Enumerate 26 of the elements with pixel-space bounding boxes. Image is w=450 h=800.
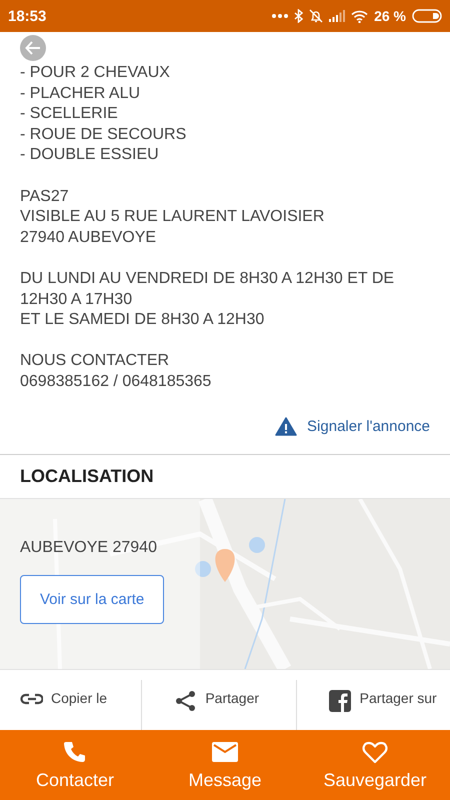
report-link[interactable]: Signaler l'annonce [275, 416, 430, 436]
address-label: AUBEVOYE 27940 [20, 539, 157, 557]
share-action[interactable]: Copier le [51, 690, 108, 706]
heart-icon [362, 740, 388, 764]
share-action[interactable]: Partager sur [360, 690, 437, 706]
description-paragraph: PAS27 VISIBLE AU 5 RUE LAURENT LAVOISIER 27940 AUBEVOYE [20, 186, 324, 248]
muted-bell-icon [309, 9, 324, 23]
battery-percent: 26 % [374, 8, 406, 24]
f-square-icon[interactable] [328, 690, 352, 712]
description-paragraph: - POUR 2 CHEVAUX - PLACHER ALU - SCELLERIE - ROUE DE SECOURS - DOUBLE ESSIEU [20, 63, 186, 166]
battery-icon [412, 9, 442, 23]
mail-icon [212, 740, 238, 764]
clock: 18:53 [8, 8, 46, 24]
description-paragraph: NOUS CONTACTER 0698385162 / 0648185365 [20, 351, 212, 392]
section-heading: LOCALISATION [19, 464, 155, 488]
view-map-button[interactable]: Voir sur la carte [20, 575, 164, 624]
dots-icon [272, 13, 288, 19]
share-icon[interactable] [174, 690, 198, 712]
phone-icon [62, 740, 88, 764]
description-paragraph: DU LUNDI AU VENDREDI DE 8H30 A 12H30 ET DE 12H30 A 17H30 ET LE SAMEDI DE 8H30 A 12H30 [20, 268, 396, 330]
bluetooth-icon [294, 9, 304, 23]
signal-icon [329, 10, 346, 22]
wifi-icon [351, 10, 368, 22]
share-action[interactable]: Partager [205, 690, 260, 706]
warning-icon [275, 416, 298, 436]
back-arrow-icon [25, 41, 41, 55]
